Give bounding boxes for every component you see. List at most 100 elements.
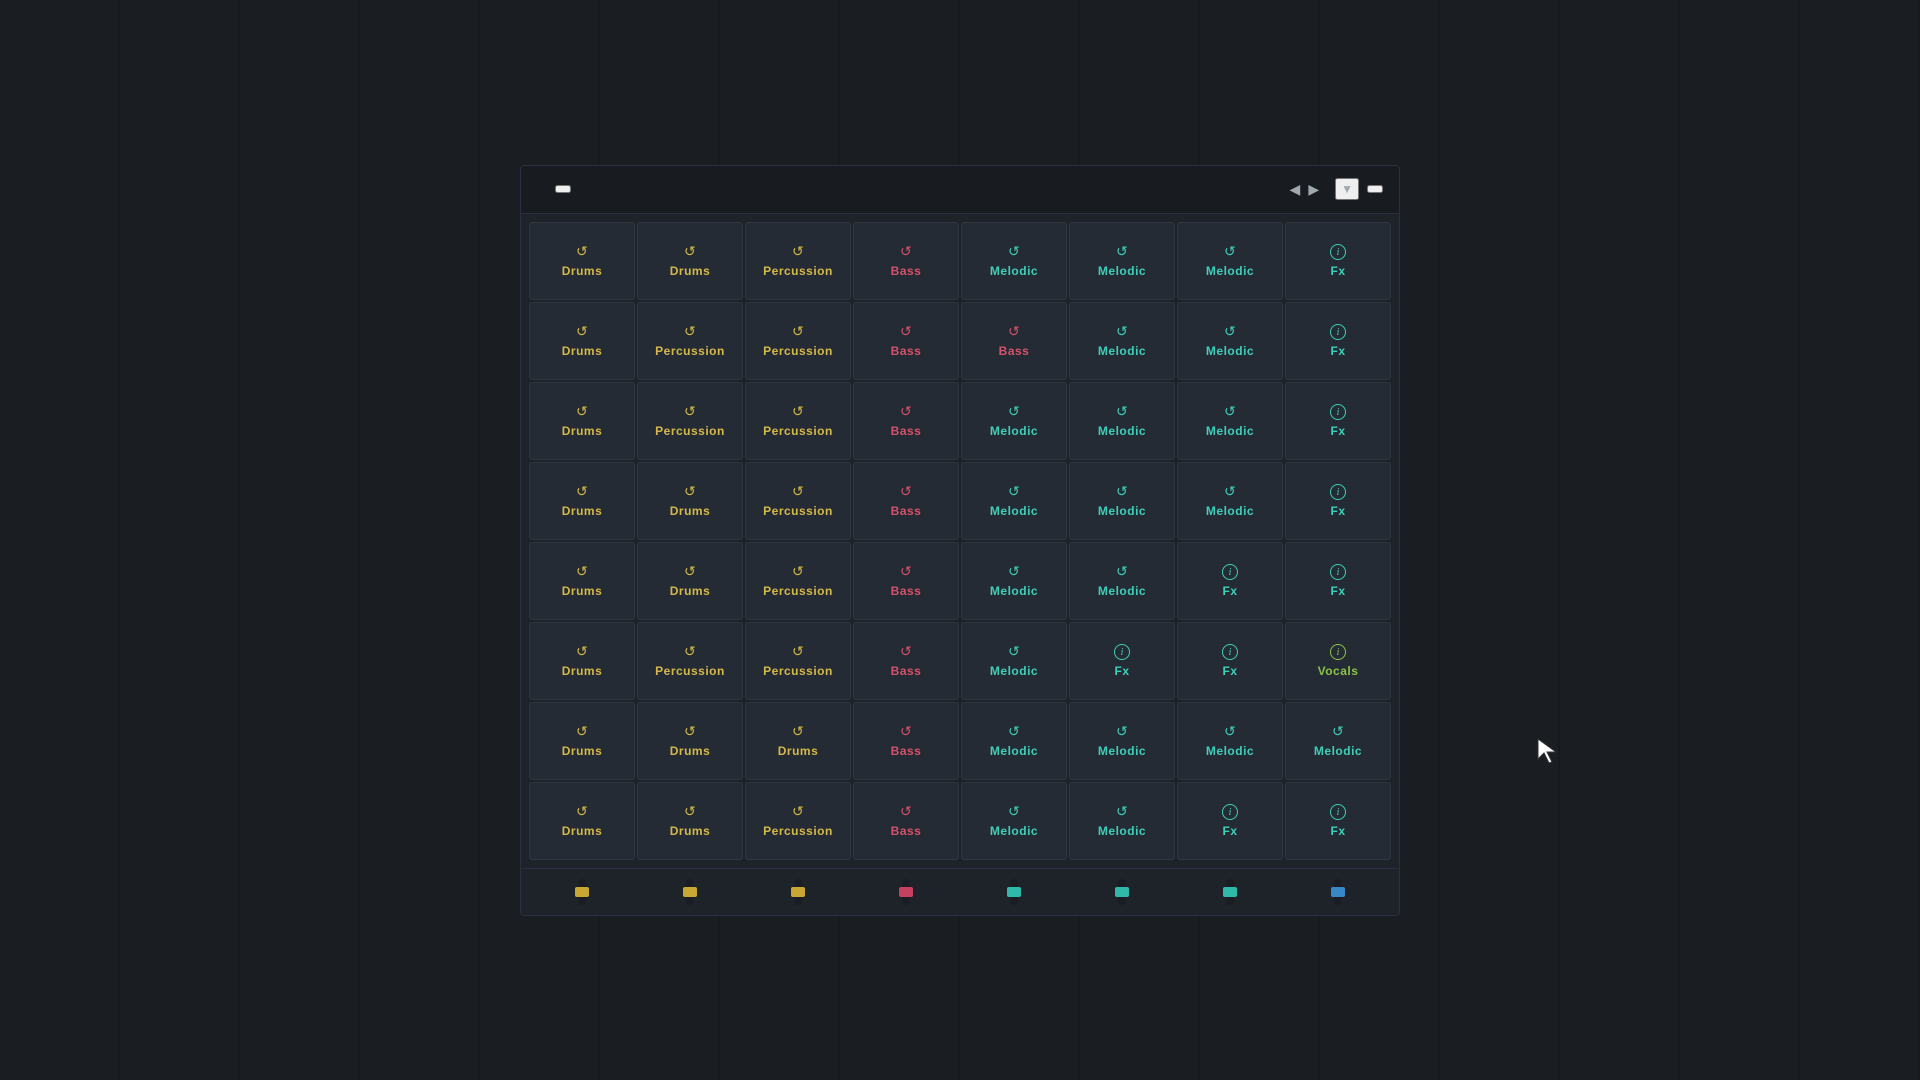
grid-cell[interactable]: ↻Drums [529,622,635,700]
grid-cell[interactable]: iFx [1285,382,1391,460]
grid-cell[interactable]: ↻Percussion [745,302,851,380]
cell-label: Drums [562,664,603,678]
grid-cell[interactable]: ↻Melodic [1069,302,1175,380]
grid-cell[interactable]: ↻Percussion [745,542,851,620]
cell-label: Melodic [1206,424,1254,438]
grid-cell[interactable]: iFx [1177,782,1283,860]
fader-thumb[interactable] [683,887,697,897]
grid-cell[interactable]: ↻Bass [853,462,959,540]
grid-cell[interactable]: ↻Bass [853,702,959,780]
grid-cell[interactable]: iFx [1069,622,1175,700]
grid-cell[interactable]: ↻Drums [529,782,635,860]
grid-cell[interactable]: ↻Drums [529,382,635,460]
grid-cell[interactable]: ↻Bass [853,782,959,860]
grid-cell[interactable]: ↻Drums [637,462,743,540]
grid-cell[interactable]: ↻Melodic [1177,702,1283,780]
close-button[interactable] [1367,185,1383,193]
grid-cell[interactable]: iFx [1285,222,1391,300]
grid-cell[interactable]: iFx [1285,462,1391,540]
fader-thumb[interactable] [1223,887,1237,897]
grid-cell[interactable]: iFx [1285,302,1391,380]
grid-cell[interactable]: ↻Melodic [1069,222,1175,300]
cell-label: Drums [562,824,603,838]
grid-cell[interactable]: ↻Melodic [1177,302,1283,380]
fader-thumb[interactable] [1007,887,1021,897]
refresh-icon: ↻ [900,723,912,740]
grid-cell[interactable]: ↻Bass [853,382,959,460]
reset-button[interactable] [555,185,571,193]
grid-cell[interactable]: ↻Percussion [745,622,851,700]
fader-cell[interactable] [1285,875,1391,905]
cell-label: Percussion [763,584,833,598]
grid-cell[interactable]: ↻ Melodic [1177,382,1283,460]
fader-cell[interactable] [637,875,743,905]
grid-cell[interactable]: ↻Percussion [637,622,743,700]
grid-cell[interactable]: ↻Percussion [637,302,743,380]
grid-cell[interactable]: ↻Melodic [1069,702,1175,780]
nav-next[interactable]: ▶ [1308,181,1319,198]
grid-cell[interactable]: ↻Melodic [961,222,1067,300]
grid-cell[interactable]: ↻Melodic [1069,382,1175,460]
grid-cell[interactable]: ↻Bass [853,222,959,300]
fader-thumb[interactable] [899,887,913,897]
grid-cell[interactable]: ↻Bass [853,622,959,700]
grid-cell[interactable]: ↻Melodic [1177,462,1283,540]
info-icon: i [1114,643,1130,661]
grid-cell[interactable]: ↻Drums [529,462,635,540]
fader-thumb[interactable] [791,887,805,897]
grid-cell[interactable]: ↻Melodic [961,782,1067,860]
grid-cell[interactable]: ↻Melodic [1285,702,1391,780]
grid-cell[interactable]: ↻Percussion [745,382,851,460]
fader-cell[interactable] [961,875,1067,905]
fader-thumb[interactable] [575,887,589,897]
nav-prev[interactable]: ◀ [1290,181,1301,198]
cell-label: Drums [670,584,711,598]
fader-cell[interactable] [529,875,635,905]
refresh-icon: ↻ [1008,803,1020,820]
grid-cell[interactable]: ↻Melodic [1069,782,1175,860]
grid-cell[interactable]: ↻Drums [529,702,635,780]
grid-cell[interactable]: ↻Melodic [961,622,1067,700]
grid-cell[interactable]: ↻Bass [853,542,959,620]
bpm-dropdown[interactable]: ▼ [1335,178,1359,200]
grid-cell[interactable]: ↻Melodic [961,702,1067,780]
refresh-icon: ↻ [576,403,588,420]
grid-cell[interactable]: ↻Percussion [745,222,851,300]
grid-cell[interactable]: ↻Melodic [961,382,1067,460]
fader-thumb[interactable] [1331,887,1345,897]
grid-cell[interactable]: ↻Melodic [961,542,1067,620]
grid-cell[interactable]: iFx [1177,542,1283,620]
grid-cell[interactable]: ↻Melodic [1177,222,1283,300]
refresh-icon: ↻ [684,643,696,660]
fader-cell[interactable] [1177,875,1283,905]
cell-label: Fx [1330,584,1345,598]
grid-cell[interactable]: ↻Drums [637,542,743,620]
fader-cell[interactable] [745,875,851,905]
fader-cell[interactable] [1069,875,1175,905]
cell-label: Fx [1222,824,1237,838]
grid-cell[interactable]: ↻Bass [961,302,1067,380]
grid-cell[interactable]: iVocals [1285,622,1391,700]
grid-cell[interactable]: ↻Percussion [637,382,743,460]
grid-cell[interactable]: iFx [1285,782,1391,860]
grid-cell[interactable]: ↻Drums [637,702,743,780]
grid-cell[interactable]: ↻Drums [637,782,743,860]
grid-cell[interactable]: ↻Drums [745,702,851,780]
grid-cell[interactable]: ↻Drums [529,542,635,620]
grid-cell[interactable]: ↻Drums [529,222,635,300]
grid-cell[interactable]: ↻Bass [853,302,959,380]
fader-cell[interactable] [853,875,959,905]
fader-thumb[interactable] [1115,887,1129,897]
grid-cell[interactable]: ↻Drums [529,302,635,380]
grid-cell[interactable]: ↻Percussion [745,782,851,860]
grid-cell[interactable]: ↻Melodic [1069,462,1175,540]
refresh-icon: ↻ [1008,403,1020,420]
grid-cell[interactable]: iFx [1285,542,1391,620]
refresh-icon: ↻ [1224,403,1236,420]
refresh-icon: ↻ [576,563,588,580]
grid-cell[interactable]: ↻Melodic [1069,542,1175,620]
grid-cell[interactable]: iFx [1177,622,1283,700]
grid-cell[interactable]: ↻Melodic [961,462,1067,540]
grid-cell[interactable]: ↻Percussion [745,462,851,540]
grid-cell[interactable]: ↻Drums [637,222,743,300]
